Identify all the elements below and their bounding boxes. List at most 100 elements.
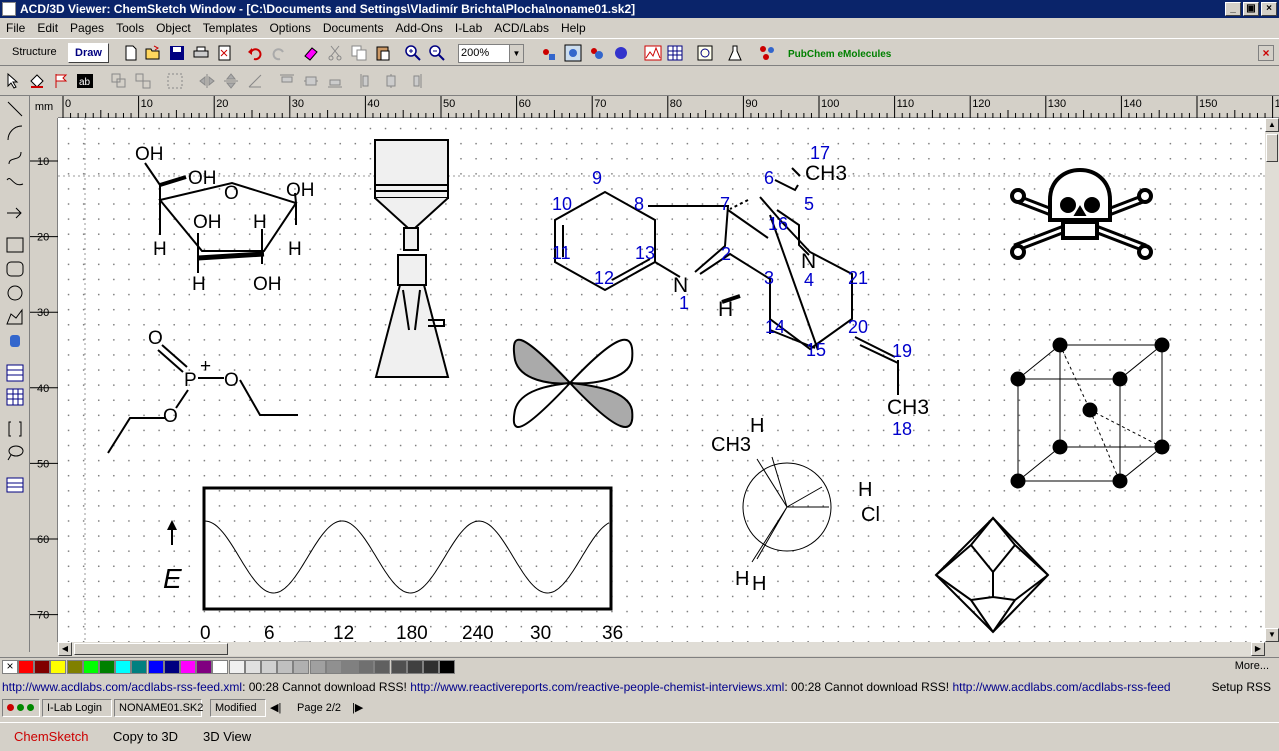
menu-ilab[interactable]: I-Lab: [455, 21, 482, 35]
minimize-button[interactable]: _: [1225, 2, 1241, 16]
color-swatch[interactable]: [50, 660, 67, 674]
buchner-flask-drawing[interactable]: [374, 139, 450, 378]
polygon-tool-icon[interactable]: [4, 306, 26, 328]
new-document-icon[interactable]: [122, 44, 140, 62]
ellipse-tool-icon[interactable]: [4, 282, 26, 304]
color-swatch[interactable]: [196, 660, 213, 674]
pubchem-link[interactable]: PubChem eMolecules: [788, 49, 891, 60]
color-swatch[interactable]: [423, 660, 439, 674]
rss-link[interactable]: http://www.reactivereports.com/reactive-…: [410, 680, 784, 694]
more-colors-button[interactable]: More...: [1235, 660, 1269, 672]
close-button[interactable]: ×: [1261, 2, 1277, 16]
print-preview-icon[interactable]: [216, 44, 234, 62]
polyhedron-drawing[interactable]: [934, 516, 1050, 634]
align-bottom-icon[interactable]: [326, 72, 344, 90]
line-tool-icon[interactable]: [4, 98, 26, 120]
flag-tool-icon[interactable]: [52, 72, 70, 90]
color-swatch[interactable]: [390, 660, 407, 674]
vertical-scrollbar[interactable]: ▲ ▼: [1265, 118, 1279, 642]
bezier-tool-icon[interactable]: [4, 170, 26, 192]
horizontal-scroll-thumb[interactable]: [74, 643, 228, 655]
rss-link[interactable]: http://www.acdlabs.com/acdlabs-rss-feed: [952, 680, 1170, 694]
color-swatch[interactable]: [180, 660, 196, 674]
flip-horizontal-icon[interactable]: [198, 72, 216, 90]
energy-plot[interactable]: E 0 6 _ 12 180 240 30 36: [163, 486, 623, 642]
menu-addons[interactable]: Add-Ons: [396, 21, 443, 35]
menu-documents[interactable]: Documents: [323, 21, 384, 35]
align-right-icon[interactable]: [406, 72, 424, 90]
scroll-right-icon[interactable]: ▶: [1251, 642, 1265, 656]
menu-acdlabs[interactable]: ACD/Labs: [494, 21, 549, 35]
redo-icon[interactable]: [270, 44, 288, 62]
align-left-icon[interactable]: [358, 72, 376, 90]
color-swatch[interactable]: [147, 660, 164, 674]
callout-tool-icon[interactable]: [4, 442, 26, 464]
scroll-down-icon[interactable]: ▼: [1265, 628, 1279, 642]
color-swatch[interactable]: [439, 660, 456, 674]
group-icon[interactable]: [110, 72, 128, 90]
zoom-out-icon[interactable]: [428, 44, 446, 62]
text-tool-icon[interactable]: ab: [76, 72, 94, 90]
menu-object[interactable]: Object: [156, 21, 191, 35]
chemsketch-button[interactable]: ChemSketch: [14, 729, 88, 744]
scroll-up-icon[interactable]: ▲: [1265, 118, 1279, 132]
open-folder-icon[interactable]: [144, 44, 162, 62]
ungroup-icon[interactable]: [134, 72, 152, 90]
no-color-icon[interactable]: ×: [2, 660, 18, 674]
paste-icon[interactable]: [374, 44, 392, 62]
cut-icon[interactable]: [326, 44, 344, 62]
curve-tool-icon[interactable]: [4, 146, 26, 168]
restore-button[interactable]: ▣: [1243, 2, 1259, 16]
next-page-icon[interactable]: |▶: [352, 701, 363, 714]
align-top-icon[interactable]: [278, 72, 296, 90]
skull-crossbones-drawing[interactable]: [1010, 168, 1153, 260]
atom-style-icon[interactable]: [540, 44, 558, 62]
d-orbital-drawing[interactable]: [512, 338, 634, 428]
color-swatch[interactable]: [374, 660, 391, 674]
color-swatch[interactable]: [228, 660, 245, 674]
save-icon[interactable]: [168, 44, 186, 62]
grid-tool-icon[interactable]: [4, 362, 26, 384]
zoom-in-icon[interactable]: [404, 44, 422, 62]
rounded-rect-tool-icon[interactable]: [4, 258, 26, 280]
menu-help[interactable]: Help: [561, 21, 586, 35]
menu-tools[interactable]: Tools: [116, 21, 144, 35]
horizontal-scrollbar[interactable]: ◀ ▶: [58, 642, 1265, 656]
brackets-tool-icon[interactable]: [4, 418, 26, 440]
color-swatch[interactable]: [325, 660, 342, 674]
align-middle-icon[interactable]: [302, 72, 320, 90]
template-tool-icon[interactable]: [4, 474, 26, 496]
close-document-icon[interactable]: ×: [1258, 45, 1274, 61]
color-swatch[interactable]: [309, 660, 326, 674]
lasso-icon[interactable]: [166, 72, 184, 90]
flask-tool-icon[interactable]: [726, 44, 744, 62]
menu-pages[interactable]: Pages: [70, 21, 104, 35]
tab-structure[interactable]: Structure: [6, 43, 63, 63]
color-swatch[interactable]: [99, 660, 115, 674]
table-tool-icon[interactable]: [4, 386, 26, 408]
setup-rss-button[interactable]: Setup RSS: [1207, 678, 1271, 696]
arrow-tool-icon[interactable]: [4, 202, 26, 224]
chevron-down-icon[interactable]: ▼: [509, 45, 523, 62]
table-icon[interactable]: [666, 44, 684, 62]
scroll-left-icon[interactable]: ◀: [58, 642, 72, 656]
menu-file[interactable]: File: [6, 21, 25, 35]
menu-edit[interactable]: Edit: [37, 21, 58, 35]
flip-vertical-icon[interactable]: [222, 72, 240, 90]
tab-draw[interactable]: Draw: [68, 43, 109, 63]
color-swatch[interactable]: [18, 660, 34, 674]
color-swatch[interactable]: [342, 660, 358, 674]
color-swatch[interactable]: [293, 660, 310, 674]
print-icon[interactable]: [192, 44, 210, 62]
color-swatch[interactable]: [131, 660, 148, 674]
copy-to-3d-button[interactable]: Copy to 3D: [113, 729, 178, 744]
zoom-select[interactable]: 200% ▼: [458, 44, 524, 63]
color-swatch[interactable]: [34, 660, 51, 674]
align-center-icon[interactable]: [382, 72, 400, 90]
ilab-login-button[interactable]: I-Lab Login: [42, 699, 112, 717]
undo-icon[interactable]: [246, 44, 264, 62]
copy-icon[interactable]: [350, 44, 368, 62]
color-swatch[interactable]: [82, 660, 99, 674]
newman-projection[interactable]: CH3 H H Cl H H: [711, 415, 880, 595]
drawing-canvas[interactable]: OH OH O OH OH H H H H OH O P + O O E 0 6…: [58, 118, 1265, 642]
